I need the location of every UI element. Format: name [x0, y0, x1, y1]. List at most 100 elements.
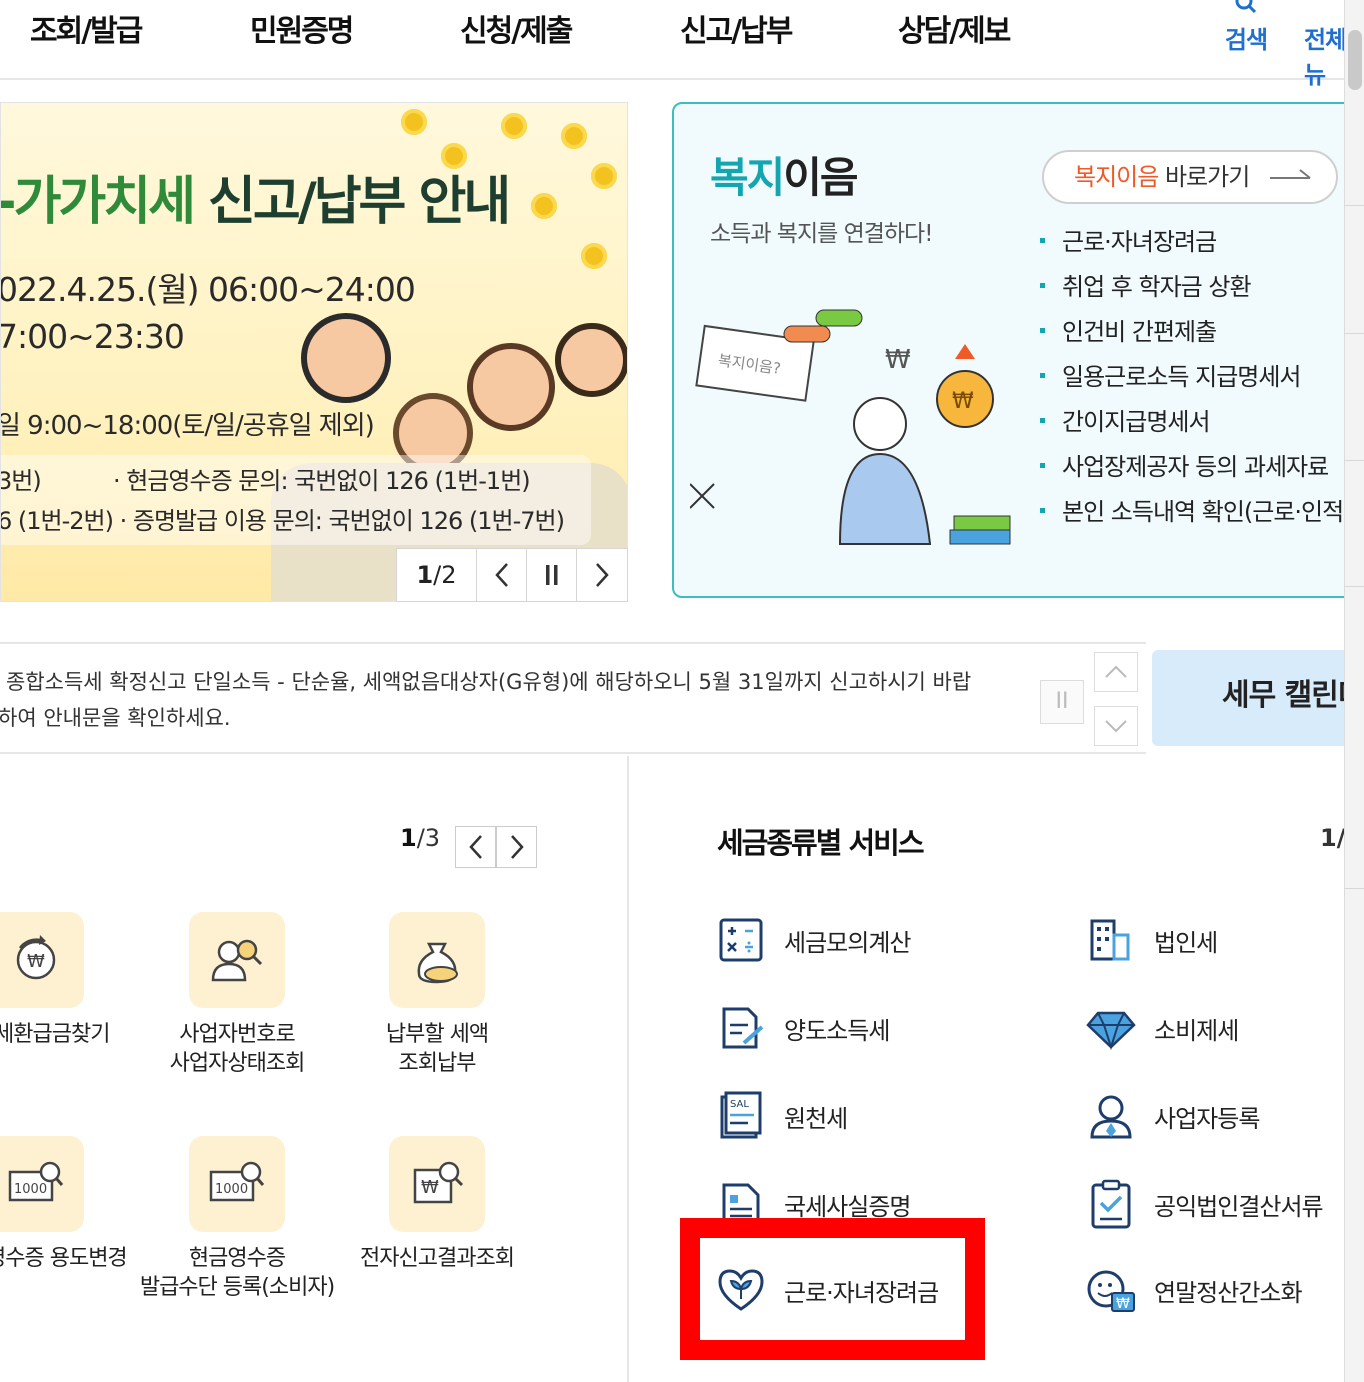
nav-item-application[interactable]: 신청/제출: [460, 6, 573, 50]
flower-decoration: [501, 113, 527, 139]
quick-label-cash-receipt-register[interactable]: 현금영수증 발급수단 등록(소비자): [122, 1244, 352, 1302]
service-label: 소비제세: [1154, 1016, 1239, 1045]
notice-line-1[interactable]: 종합소득세 확정신고 단일소득 - 단순율, 세액없음대상자(G유형)에 해당하…: [6, 666, 971, 696]
banner-time-line: 7:00~23:30: [0, 317, 185, 356]
quick-label-receipt-change[interactable]: 영수증 용도변경: [0, 1244, 136, 1273]
service-capital-gains-tax[interactable]: 양도소득세: [716, 1000, 890, 1056]
welfare-menu-list: 근로·자녀장려금 취업 후 학자금 상환 인건비 간편제출 일용근로소득 지급명…: [1040, 222, 1364, 537]
business-search-icon: [211, 939, 263, 982]
quick-tile-e-filing-result[interactable]: ₩: [389, 1136, 485, 1232]
service-label: 세금모의계산: [784, 928, 911, 957]
notice-up-button[interactable]: [1094, 652, 1138, 692]
quick-next-button[interactable]: [496, 826, 537, 868]
building-icon: [1090, 919, 1130, 961]
nav-item-civil-certificate[interactable]: 민원증명: [250, 6, 354, 50]
highlight-box: [680, 1218, 985, 1360]
salary-slip-icon: SAL: [720, 1091, 762, 1139]
quick-prev-button[interactable]: [455, 826, 496, 868]
banner-prev-button[interactable]: [477, 549, 527, 601]
service-corporate-tax[interactable]: 법인세: [1086, 912, 1218, 968]
promo-banner[interactable]: -가가치세 신고/납부 안내 022.4.25.(월) 06:00~24:00 …: [0, 102, 628, 602]
won-search-icon: ₩: [413, 1161, 464, 1204]
card-search-icon: 1000: [209, 1161, 265, 1202]
quick-label-tax-payment[interactable]: 납부할 세액 조회납부: [337, 1020, 537, 1078]
quick-label-business-status[interactable]: 사업자번호로 사업자상태조회: [137, 1020, 337, 1078]
flower-decoration: [581, 243, 607, 269]
long-arrow-right-icon: [1270, 169, 1311, 179]
person-illustration: [467, 343, 555, 431]
search-button[interactable]: 검색: [1222, 0, 1270, 55]
banner-info-certificate: 6 (1번-2번) · 증명발급 이용 문의: 국번없이 126 (1번-7번): [0, 507, 565, 535]
chevron-down-icon: [1105, 720, 1127, 733]
service-label: 사업자등록: [1154, 1104, 1260, 1133]
banner-page-indicator: 1/2: [397, 549, 477, 601]
welfare-panel: 복지이음 소득과 복지를 연결하다! 복지이음 바로가기 근로·자녀장려금 취업…: [672, 102, 1364, 598]
tax-services-title: 세금종류별 서비스: [717, 826, 925, 860]
quick-tile-tax-payment[interactable]: [389, 912, 485, 1008]
svg-text:₩: ₩: [885, 345, 911, 375]
svg-text:₩: ₩: [27, 951, 45, 972]
top-navigation: 조회/발급 민원증명 신청/제출 신고/납부 상담/제보 검색 전체메뉴: [0, 0, 1364, 89]
welfare-item-labor-cost[interactable]: 인건비 간편제출: [1040, 312, 1364, 357]
nav-item-consult[interactable]: 상담/제보: [898, 6, 1011, 50]
service-consumption-tax[interactable]: 소비제세: [1086, 1000, 1239, 1056]
svg-text:₩: ₩: [952, 389, 974, 414]
service-label: 공익법인결산서류: [1154, 1192, 1324, 1221]
notice-down-button[interactable]: [1094, 706, 1138, 746]
flower-decoration: [561, 123, 587, 149]
person-illustration: [555, 323, 627, 397]
quick-tile-cash-receipt-register[interactable]: 1000: [189, 1136, 285, 1232]
welfare-item-simple-payment[interactable]: 간이지급명세서: [1040, 402, 1364, 447]
quick-page-indicator: 1/3: [400, 824, 441, 852]
receipt-search-icon: 1000: [8, 1161, 64, 1202]
quick-label-e-filing-result[interactable]: 전자신고결과조회: [337, 1244, 537, 1273]
refund-icon: ₩: [16, 935, 56, 980]
svg-text:₩: ₩: [421, 1177, 439, 1198]
welfare-item-student-loan[interactable]: 취업 후 학자금 상환: [1040, 267, 1364, 312]
service-label: 연말정산간소화: [1154, 1278, 1303, 1307]
service-business-registration[interactable]: 사업자등록: [1086, 1088, 1260, 1144]
welfare-item-earned-income-credit[interactable]: 근로·자녀장려금: [1040, 222, 1364, 267]
diamond-icon: [1086, 1011, 1136, 1051]
quick-label-refund[interactable]: 세환급금찾기: [0, 1020, 114, 1049]
chevron-up-icon: [1105, 665, 1127, 678]
nav-item-report-pay[interactable]: 신고/납부: [680, 6, 793, 50]
banner-next-button[interactable]: [577, 549, 627, 601]
pause-icon: [545, 565, 557, 585]
quick-tile-business-status[interactable]: [189, 912, 285, 1008]
notice-pause-button[interactable]: II: [1040, 680, 1084, 724]
welfare-shortcut-button[interactable]: 복지이음 바로가기: [1042, 150, 1338, 204]
welfare-illustration: 복지이음? ₩ ₩: [690, 309, 1011, 545]
face-won-icon: ₩: [1087, 1270, 1135, 1312]
quick-tile-receipt-change[interactable]: 1000: [0, 1136, 84, 1232]
search-icon: [1235, 0, 1257, 14]
welfare-item-income-check[interactable]: 본인 소득내역 확인(근로·인적용역): [1040, 492, 1364, 537]
svg-text:1000: 1000: [14, 1182, 47, 1197]
welfare-subtitle: 소득과 복지를 연결하다!: [710, 221, 933, 247]
service-year-end-settlement[interactable]: ₩ 연말정산간소화: [1086, 1262, 1303, 1318]
side-divider: [1344, 586, 1364, 587]
tax-calendar-button[interactable]: 세무 캘린더: [1152, 650, 1364, 746]
service-withholding-tax[interactable]: SAL 원천세: [716, 1088, 848, 1144]
banner-info-cash-receipt: · 현금영수증 문의: 국번없이 126 (1번-1번): [113, 467, 531, 495]
banner-pause-button[interactable]: [527, 549, 577, 601]
nav-item-inquiry[interactable]: 조회/발급: [30, 6, 143, 50]
calculator-icon: [719, 918, 763, 962]
service-public-corp-settlement[interactable]: 공익법인결산서류: [1086, 1176, 1324, 1232]
quick-tile-refund[interactable]: ₩: [0, 912, 84, 1008]
service-tax-simulation[interactable]: 세금모의계산: [716, 912, 911, 968]
chevron-left-icon: [494, 563, 508, 587]
notice-line-2[interactable]: 하여 안내문을 확인하세요.: [0, 702, 231, 732]
scrollbar-thumb[interactable]: [1348, 30, 1362, 90]
service-label: 국세사실증명: [784, 1192, 911, 1221]
clipboard-check-icon: [1091, 1179, 1131, 1229]
notice-bar: 종합소득세 확정신고 단일소득 - 단순율, 세액없음대상자(G유형)에 해당하…: [0, 642, 1146, 754]
side-divider: [1344, 205, 1364, 206]
page-scrollbar[interactable]: [1344, 0, 1364, 1382]
service-label: 양도소득세: [784, 1016, 890, 1045]
side-divider: [1344, 888, 1364, 889]
welfare-item-daily-wage[interactable]: 일용근로소득 지급명세서: [1040, 357, 1364, 402]
flower-decoration: [591, 163, 617, 189]
banner-hours-line: 일 9:00~18:00(토/일/공휴일 제외): [0, 411, 375, 441]
welfare-item-business-place[interactable]: 사업장제공자 등의 과세자료: [1040, 447, 1364, 492]
